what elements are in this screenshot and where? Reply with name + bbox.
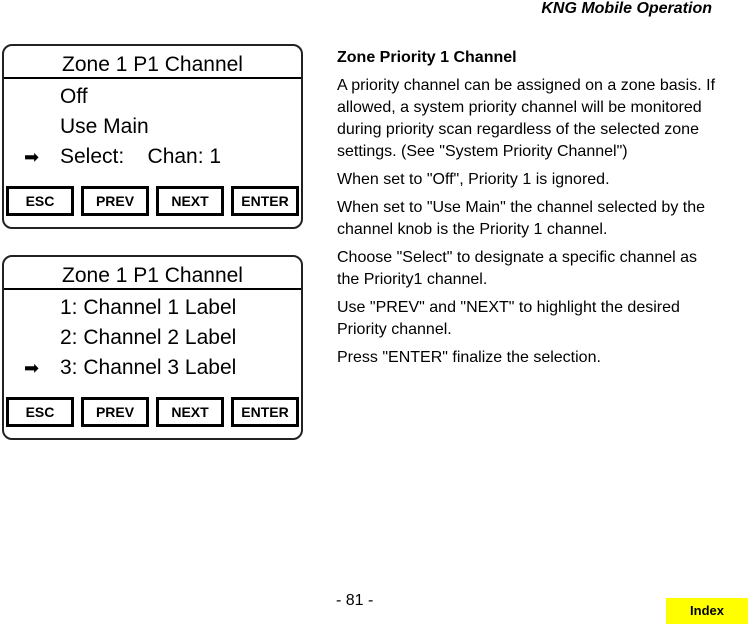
esc-button[interactable]: ESC <box>6 397 74 427</box>
radio-display-panel-options: Zone 1 P1 Channel Off Use Main ➡ Select:… <box>2 44 303 229</box>
next-button[interactable]: NEXT <box>156 397 224 427</box>
section-heading: Zone Priority 1 Channel <box>337 49 517 66</box>
menu-item-use-main[interactable]: Use Main <box>4 112 301 142</box>
description-paragraph: Press "ENTER" finalize the selection. <box>337 349 601 366</box>
description-paragraph: Use "PREV" and "NEXT" to highlight the d… <box>337 299 680 338</box>
title-divider <box>4 77 301 79</box>
channel-item-label: 3: Channel 3 Label <box>60 356 237 379</box>
description-paragraph: When set to "Off", Priority 1 is ignored… <box>337 171 610 188</box>
selection-arrow-icon: ➡ <box>24 358 40 378</box>
enter-button[interactable]: ENTER <box>231 186 299 216</box>
panel-title: Zone 1 P1 Channel <box>62 53 243 76</box>
menu-item-label: Use Main <box>60 115 149 138</box>
channel-item-label: 1: Channel 1 Label <box>60 296 237 319</box>
channel-item-2[interactable]: 2: Channel 2 Label <box>4 323 301 353</box>
channel-item-1[interactable]: 1: Channel 1 Label <box>4 293 301 323</box>
next-button[interactable]: NEXT <box>156 186 224 216</box>
channel-item-label: 2: Channel 2 Label <box>60 326 237 349</box>
softkey-bar: ESC PREV NEXT ENTER <box>6 186 299 216</box>
page-number: - 81 - <box>336 592 374 609</box>
menu-item-label: Off <box>60 85 88 108</box>
selection-arrow-icon: ➡ <box>24 147 40 167</box>
description-paragraph: Choose "Select" to designate a specific … <box>337 249 698 288</box>
menu-item-label: Select: Chan: 1 <box>60 145 222 168</box>
panel-title: Zone 1 P1 Channel <box>62 264 243 287</box>
softkey-bar: ESC PREV NEXT ENTER <box>6 397 299 427</box>
index-link[interactable]: Index <box>666 598 748 624</box>
menu-item-select[interactable]: ➡ Select: Chan: 1 <box>4 142 301 172</box>
description-paragraph: When set to "Use Main" the channel selec… <box>337 199 706 238</box>
title-divider <box>4 288 301 290</box>
esc-button[interactable]: ESC <box>6 186 74 216</box>
menu-item-off[interactable]: Off <box>4 82 301 112</box>
prev-button[interactable]: PREV <box>81 397 149 427</box>
channel-item-3[interactable]: ➡ 3: Channel 3 Label <box>4 353 301 383</box>
description-section: Zone Priority 1 Channel A priority chann… <box>337 47 717 375</box>
prev-button[interactable]: PREV <box>81 186 149 216</box>
document-header-title: KNG Mobile Operation <box>541 0 712 17</box>
enter-button[interactable]: ENTER <box>231 397 299 427</box>
radio-display-panel-channels: Zone 1 P1 Channel 1: Channel 1 Label 2: … <box>2 255 303 440</box>
description-paragraph: A priority channel can be assigned on a … <box>337 77 716 160</box>
